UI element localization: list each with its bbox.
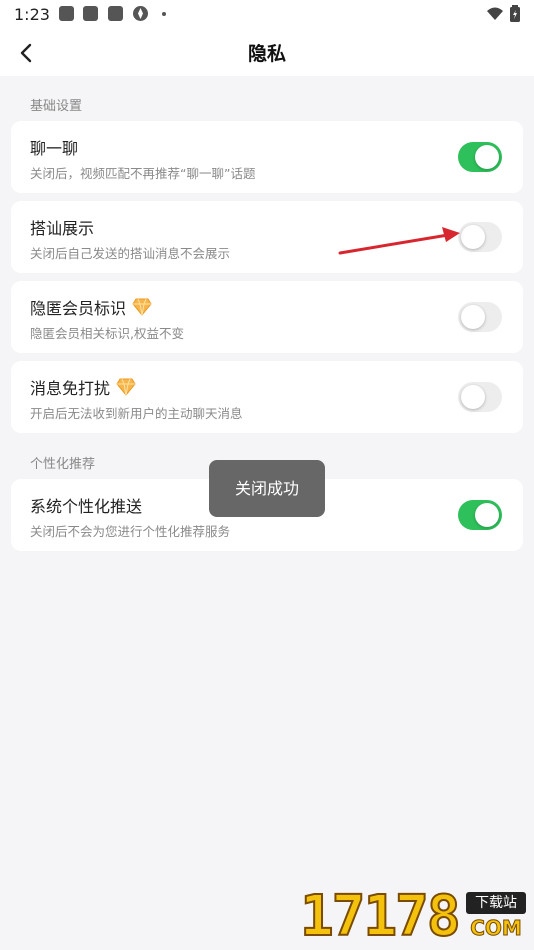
annotation-arrow-icon (338, 227, 460, 255)
setting-title: 消息免打扰 (30, 379, 111, 398)
section-label-basic: 基础设置 (30, 99, 83, 114)
wifi-icon (487, 7, 503, 20)
watermark-badge: 下载站 (466, 892, 526, 914)
setting-description: 关闭后自己发送的搭讪消息不会展示 (30, 246, 231, 261)
setting-title: 隐匿会员标识 (30, 299, 127, 318)
setting-title: 系统个性化推送 (30, 497, 143, 516)
toggle-knob (475, 145, 499, 169)
battery-icon (510, 5, 520, 22)
diamond-vip-icon (116, 378, 136, 396)
notification-icon (83, 6, 98, 21)
hide-vip-badge-toggle[interactable] (458, 302, 502, 332)
toggle-knob (461, 385, 485, 409)
setting-description: 隐匿会员相关标识,权益不变 (30, 326, 184, 341)
setting-row-hide-vip-badge: 隐匿会员标识 隐匿会员相关标识,权益不变 (11, 281, 523, 353)
status-bar: 1:23 (0, 0, 534, 30)
toggle-knob (475, 503, 499, 527)
notification-icon (59, 6, 74, 21)
toggle-knob (461, 305, 485, 329)
setting-title: 聊一聊 (30, 139, 79, 158)
toast-message: 关闭成功 (209, 460, 325, 517)
notification-icon (108, 6, 123, 21)
nav-bar: 隐私 (0, 30, 534, 76)
shutter-icon (133, 6, 148, 21)
watermark-digits: 17178 (299, 884, 462, 949)
watermark-suffix: COM (470, 916, 523, 941)
setting-row-do-not-disturb: 消息免打扰 开启后无法收到新用户的主动聊天消息 (11, 361, 523, 433)
page-title: 隐私 (247, 43, 286, 65)
setting-title: 搭讪展示 (30, 219, 95, 238)
dot-icon (162, 12, 166, 16)
setting-description: 关闭后，视频匹配不再推荐“聊一聊”话题 (30, 166, 256, 181)
personalized-push-toggle[interactable] (458, 500, 502, 530)
setting-description: 关闭后不会为您进行个性化推荐服务 (30, 524, 231, 539)
status-time: 1:23 (14, 5, 50, 24)
chat-toggle[interactable] (458, 142, 502, 172)
do-not-disturb-toggle[interactable] (458, 382, 502, 412)
watermark-logo: 17178 下载站 COM (299, 884, 526, 949)
setting-description: 开启后无法收到新用户的主动聊天消息 (30, 406, 243, 421)
section-label-personalization: 个性化推荐 (30, 457, 96, 472)
diamond-vip-icon (132, 298, 152, 316)
setting-row-chat: 聊一聊 关闭后，视频匹配不再推荐“聊一聊”话题 (11, 121, 523, 193)
